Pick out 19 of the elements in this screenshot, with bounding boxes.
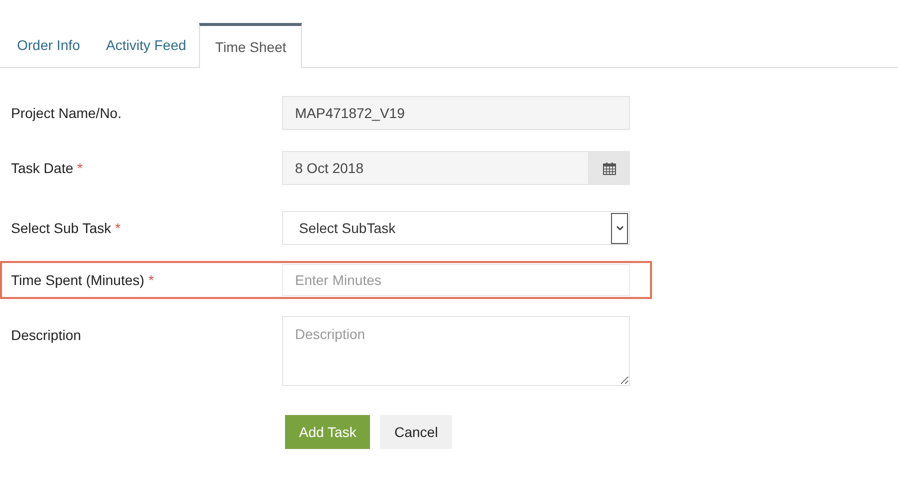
- tab[interactable]: Order Info: [4, 23, 94, 67]
- field-label: Task Date: [11, 160, 74, 176]
- tab[interactable]: Time Sheet: [199, 23, 302, 68]
- minutes-field[interactable]: Enter Minutes: [282, 264, 630, 296]
- field-label: Time Spent (Minutes): [11, 272, 144, 288]
- field-label: Project Name/No.: [11, 104, 122, 120]
- tab[interactable]: Activity Feed: [93, 23, 200, 67]
- cancel-button[interactable]: Cancel: [380, 415, 452, 449]
- description-field[interactable]: Description: [282, 316, 630, 386]
- field-label: Description: [11, 327, 82, 343]
- subtask-select[interactable]: Select SubTask: [282, 211, 630, 245]
- calendar-button[interactable]: [589, 151, 630, 185]
- field-label: Select Sub Task: [11, 220, 112, 236]
- required-mark: *: [148, 272, 154, 288]
- required-mark: *: [77, 160, 83, 176]
- date-field[interactable]: 8 Oct 2018: [282, 151, 589, 185]
- calendar-icon: [603, 162, 616, 174]
- project-field[interactable]: MAP471872_V19: [282, 96, 630, 130]
- required-mark: *: [115, 220, 121, 236]
